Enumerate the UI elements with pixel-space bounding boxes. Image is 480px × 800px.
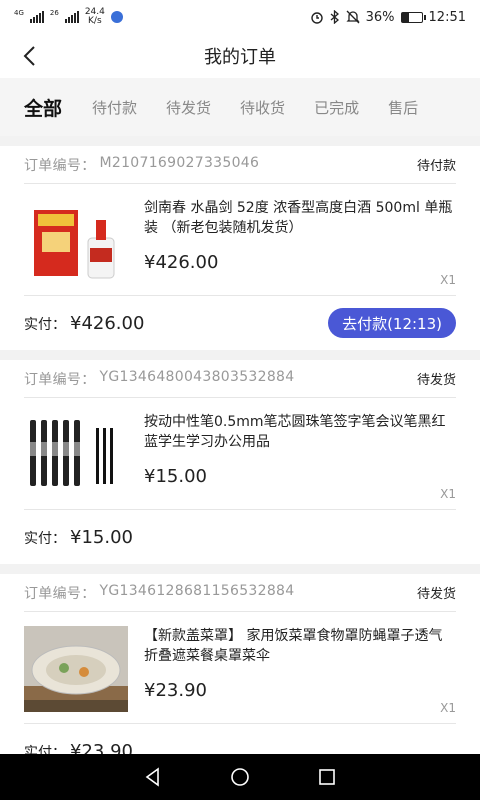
order-item[interactable]: 剑南春 水晶剑 52度 浓香型高度白酒 500ml 单瓶装 （新老包装随机发货）… <box>24 184 456 296</box>
tab-pending-shipment[interactable]: 待发货 <box>166 97 211 118</box>
amount-paid-value: ¥426.00 <box>70 312 145 334</box>
signal-icon <box>29 11 44 23</box>
order-number-label: 订单编号： <box>24 585 96 602</box>
product-price: ¥426.00 <box>144 252 219 273</box>
product-name: 按动中性笔0.5mm笔芯圆珠笔签字笔会议笔黑红蓝学生学习办公用品 <box>144 414 446 450</box>
order-number-label: 订单编号： <box>24 371 96 388</box>
order-number-value: M2107169027335046 <box>99 154 260 171</box>
speed-unit: K/s <box>88 16 102 26</box>
order-card[interactable]: 订单编号： M2107169027335046 待付款 剑南春 水晶剑 52度 浓… <box>0 146 480 350</box>
product-quantity: X1 <box>440 273 456 287</box>
back-arrow-icon[interactable] <box>18 43 44 69</box>
amount-paid-label: 实付： <box>24 530 66 547</box>
battery-percent: 36% <box>365 9 395 25</box>
order-number-label: 订单编号： <box>24 157 96 174</box>
order-list: 订单编号： M2107169027335046 待付款 剑南春 水晶剑 52度 浓… <box>0 146 480 788</box>
order-header: 订单编号： YG1346480043803532884 待发货 <box>24 360 456 398</box>
order-item[interactable]: 【新款盖菜罩】 家用饭菜罩食物罩防蝇罩子透气折叠遮菜餐桌罩菜伞 ¥23.90 X… <box>24 612 456 724</box>
product-quantity: X1 <box>440 487 456 501</box>
pay-now-button[interactable]: 去付款(12:13) <box>328 308 456 338</box>
amount-paid-value: ¥15.00 <box>70 526 133 548</box>
tab-completed[interactable]: 已完成 <box>314 97 359 118</box>
clock: 12:51 <box>428 9 466 25</box>
nav-home-icon[interactable] <box>229 766 251 788</box>
order-footer: 实付： ¥15.00 <box>24 510 456 564</box>
order-status: 待发货 <box>416 587 456 602</box>
order-tabs: 全部 待付款 待发货 待收货 已完成 售后 <box>0 78 480 136</box>
order-status: 待付款 <box>416 159 456 174</box>
product-info: 【新款盖菜罩】 家用饭菜罩食物罩防蝇罩子透气折叠遮菜餐桌罩菜伞 ¥23.90 X… <box>144 626 456 723</box>
order-item[interactable]: 按动中性笔0.5mm笔芯圆珠笔签字笔会议笔黑红蓝学生学习办公用品 ¥15.00 … <box>24 398 456 510</box>
product-info: 剑南春 水晶剑 52度 浓香型高度白酒 500ml 单瓶装 （新老包装随机发货）… <box>144 198 456 295</box>
product-image-food-cover <box>24 626 128 712</box>
order-number: 订单编号： M2107169027335046 <box>24 155 259 175</box>
nav-recents-icon[interactable] <box>316 766 338 788</box>
mute-icon <box>346 10 360 24</box>
tab-after-sales[interactable]: 售后 <box>388 97 418 118</box>
tab-pending-receipt[interactable]: 待收货 <box>240 97 285 118</box>
amount-paid-label: 实付： <box>24 316 66 333</box>
nav-back-icon[interactable] <box>142 766 164 788</box>
product-image-baijiu <box>24 198 128 284</box>
amount-paid: 实付： ¥15.00 <box>24 527 133 548</box>
page-title: 我的订单 <box>204 47 276 68</box>
order-footer: 实付： ¥426.00 去付款(12:13) <box>24 296 456 350</box>
product-price: ¥23.90 <box>144 680 207 701</box>
product-price: ¥15.00 <box>144 466 207 487</box>
tab-pending-payment[interactable]: 待付款 <box>92 97 137 118</box>
product-name: 剑南春 水晶剑 52度 浓香型高度白酒 500ml 单瓶装 （新老包装随机发货） <box>144 200 453 236</box>
app-notification-icon <box>110 11 123 23</box>
order-number: 订单编号： YG1346128681156532884 <box>24 583 294 603</box>
order-number: 订单编号： YG1346480043803532884 <box>24 369 294 389</box>
product-image-pens <box>24 412 128 498</box>
order-number-value: YG1346480043803532884 <box>99 368 295 385</box>
order-header: 订单编号： M2107169027335046 待付款 <box>24 146 456 184</box>
alarm-icon <box>310 12 323 24</box>
order-number-value: YG1346128681156532884 <box>99 582 295 599</box>
status-bar: 4G 26 24.4 K/s 36% 12:51 <box>0 0 480 34</box>
sim1-label: 4G <box>14 8 24 17</box>
title-bar: 我的订单 <box>0 34 480 78</box>
product-info: 按动中性笔0.5mm笔芯圆珠笔签字笔会议笔黑红蓝学生学习办公用品 ¥15.00 … <box>144 412 456 509</box>
system-nav-bar <box>0 754 480 800</box>
network-speed: 24.4 K/s <box>85 8 105 26</box>
product-name: 【新款盖菜罩】 家用饭菜罩食物罩防蝇罩子透气折叠遮菜餐桌罩菜伞 <box>144 628 443 664</box>
bluetooth-icon <box>330 10 339 24</box>
signal-icon <box>64 11 79 23</box>
order-card[interactable]: 订单编号： YG1346480043803532884 待发货 按动中性笔0.5m… <box>0 360 480 564</box>
order-header: 订单编号： YG1346128681156532884 待发货 <box>24 574 456 612</box>
amount-paid: 实付： ¥426.00 <box>24 313 144 334</box>
order-status: 待发货 <box>416 373 456 388</box>
product-quantity: X1 <box>440 701 456 715</box>
battery-icon <box>400 11 426 23</box>
sim2-label: 26 <box>49 8 59 17</box>
tab-all[interactable]: 全部 <box>24 94 62 121</box>
order-card[interactable]: 订单编号： YG1346128681156532884 待发货 【新款盖菜罩】 家… <box>0 574 480 778</box>
